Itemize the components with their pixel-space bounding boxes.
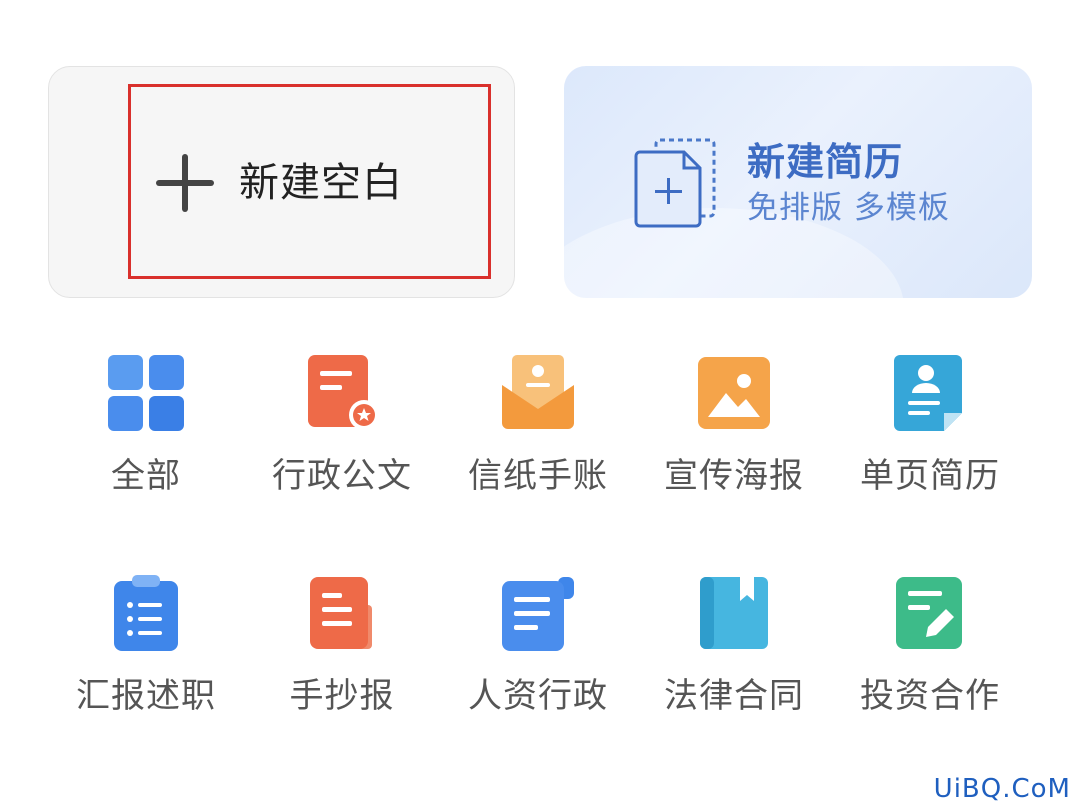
category-work-report[interactable]: 汇报述职 [48,575,244,745]
bookmark-book-icon [700,577,768,649]
category-label: 人资行政 [468,676,608,716]
new-resume-card[interactable]: 新建简历 免排版 多模板 [564,66,1032,298]
category-letter-journal[interactable]: 信纸手账 [440,355,636,525]
category-investment-cooperation[interactable]: 投资合作 [832,575,1028,745]
official-document-icon [308,355,379,430]
category-single-page-resume[interactable]: 单页简历 [832,355,1028,525]
category-label: 法律合同 [664,676,804,716]
category-poster[interactable]: 宣传海报 [636,355,832,525]
category-all[interactable]: 全部 [48,355,244,525]
add-document-icon [634,138,716,228]
category-legal-contract[interactable]: 法律合同 [636,575,832,745]
category-official-documents[interactable]: 行政公文 [244,355,440,525]
category-hr-admin[interactable]: 人资行政 [440,575,636,745]
category-label: 信纸手账 [468,456,608,496]
category-label: 宣传海报 [664,456,804,496]
new-resume-title: 新建简历 [747,140,904,184]
clipboard-list-icon [114,575,178,651]
category-label: 单页简历 [860,456,1000,496]
category-label: 手抄报 [289,676,395,716]
category-label: 投资合作 [860,676,1000,716]
new-blank-label: 新建空白 [239,160,403,206]
category-handwritten-paper[interactable]: 手抄报 [244,575,440,745]
letter-envelope-icon [502,355,574,429]
resume-person-icon [894,355,962,431]
edit-document-icon [896,577,962,649]
plus-icon [156,154,214,212]
new-blank-card[interactable]: 新建空白 [48,66,515,298]
category-label: 行政公文 [272,456,412,496]
watermark: UiBQ.CoM [933,774,1071,804]
grid-icon [108,355,184,431]
category-label: 全部 [111,456,181,496]
category-label: 汇报述职 [76,676,216,716]
handwritten-paper-icon [310,577,372,649]
scroll-document-icon [502,577,574,651]
new-resume-subtitle: 免排版 多模板 [747,190,950,226]
poster-image-icon [698,357,770,429]
